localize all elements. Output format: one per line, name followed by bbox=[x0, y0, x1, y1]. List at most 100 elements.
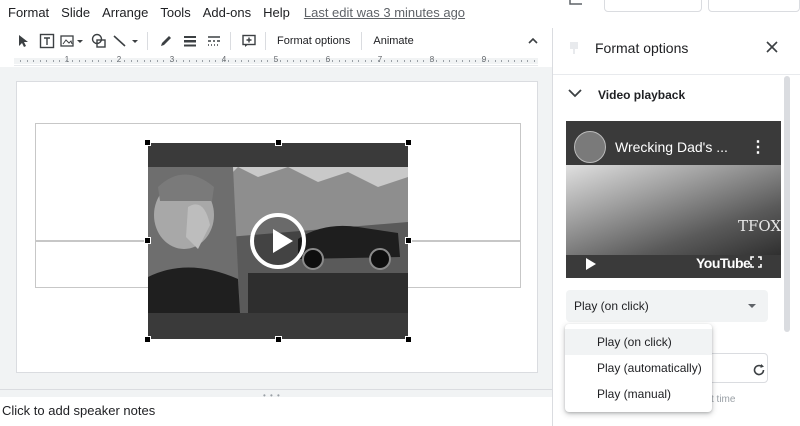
speaker-notes[interactable]: Click to add speaker notes bbox=[2, 403, 155, 418]
menu-add-ons[interactable]: Add-ons bbox=[203, 5, 251, 20]
ruler-tick bbox=[280, 60, 281, 62]
ruler-tick bbox=[20, 60, 21, 62]
toolbar-divider bbox=[147, 32, 148, 50]
ruler-tick bbox=[111, 60, 112, 62]
playback-mode-dropdown: Play (on click) Play (automatically) Pla… bbox=[565, 324, 712, 412]
resize-handle[interactable] bbox=[275, 139, 282, 146]
ruler-tick bbox=[273, 60, 275, 62]
ruler-tick bbox=[91, 60, 93, 62]
slide-canvas bbox=[0, 67, 552, 389]
border-weight-icon[interactable] bbox=[179, 30, 201, 52]
ruler-tick bbox=[117, 60, 119, 62]
close-icon[interactable] bbox=[765, 40, 779, 59]
menu-arrange[interactable]: Arrange bbox=[102, 5, 148, 20]
resize-handle[interactable] bbox=[144, 237, 151, 244]
ruler-tick bbox=[299, 60, 301, 62]
ruler-tick bbox=[390, 60, 392, 62]
ruler-tick bbox=[286, 60, 288, 62]
resize-handle[interactable] bbox=[144, 336, 151, 343]
ruler-tick bbox=[345, 60, 346, 62]
ruler-tick bbox=[319, 60, 320, 62]
pen-icon[interactable] bbox=[155, 30, 177, 52]
resize-handle[interactable] bbox=[275, 336, 282, 343]
ruler-tick bbox=[293, 60, 294, 62]
ruler-tick bbox=[312, 60, 314, 62]
ruler-tick bbox=[202, 60, 203, 62]
video-thumbnail[interactable]: Wrecking Dad's ... ⋮ TFOX YouTube bbox=[566, 121, 781, 278]
section-title-video-playback[interactable]: Video playback bbox=[598, 88, 685, 102]
play-triangle bbox=[273, 229, 293, 253]
ruler-tick bbox=[85, 60, 86, 62]
ruler-tick bbox=[358, 60, 359, 62]
ruler-tick bbox=[78, 60, 80, 62]
ruler-tick bbox=[397, 60, 398, 62]
option-play-on-click[interactable]: Play (on click) bbox=[565, 329, 712, 355]
ruler-tick bbox=[449, 60, 450, 62]
ruler-tick bbox=[514, 60, 515, 62]
ruler-tick bbox=[325, 60, 327, 62]
chevron-down-icon[interactable] bbox=[567, 86, 583, 105]
option-play-automatically[interactable]: Play (automatically) bbox=[565, 355, 712, 381]
border-dash-icon[interactable] bbox=[203, 30, 225, 52]
ruler-tick bbox=[527, 60, 528, 62]
resize-handle[interactable] bbox=[144, 139, 151, 146]
ruler-tick bbox=[26, 60, 28, 62]
toolbar-divider bbox=[265, 32, 266, 50]
ruler-tick bbox=[254, 60, 255, 62]
line-icon[interactable] bbox=[112, 30, 142, 52]
ruler-tick bbox=[39, 60, 41, 62]
ruler-tick bbox=[364, 60, 366, 62]
last-edit-link[interactable]: Last edit was 3 minutes ago bbox=[304, 5, 465, 20]
header-control-2[interactable] bbox=[708, 0, 800, 12]
panel-scrollbar[interactable] bbox=[784, 76, 790, 332]
ruler-tick bbox=[455, 60, 457, 62]
resize-handle[interactable] bbox=[405, 237, 412, 244]
ruler-tick bbox=[241, 60, 242, 62]
play-icon[interactable] bbox=[250, 213, 306, 269]
header-control[interactable] bbox=[604, 0, 702, 12]
panel-divider bbox=[553, 74, 800, 75]
ruler-tick bbox=[481, 60, 483, 62]
drag-handle-icon[interactable]: • • • bbox=[263, 391, 281, 400]
menu-tools[interactable]: Tools bbox=[160, 5, 190, 20]
refresh-icon[interactable] bbox=[752, 363, 766, 382]
chevron-up-icon[interactable] bbox=[522, 30, 544, 52]
animate-button[interactable]: Animate bbox=[367, 35, 419, 47]
menu-slide[interactable]: Slide bbox=[61, 5, 90, 20]
panel-title: Format options bbox=[595, 40, 689, 56]
insert-comment-icon[interactable] bbox=[238, 30, 260, 52]
toolbar-divider bbox=[230, 32, 231, 50]
select-tool-icon[interactable] bbox=[12, 30, 34, 52]
text-box-icon[interactable] bbox=[36, 30, 58, 52]
resize-handle[interactable] bbox=[405, 139, 412, 146]
youtube-logo[interactable]: YouTube bbox=[696, 255, 751, 271]
ruler-tick bbox=[143, 60, 145, 62]
menu-help[interactable]: Help bbox=[263, 5, 290, 20]
menu-bar: Format Slide Arrange Tools Add-ons Help … bbox=[0, 0, 560, 24]
notes-splitter[interactable]: • • • bbox=[0, 389, 552, 400]
play-icon[interactable] bbox=[586, 258, 596, 270]
menu-format[interactable]: Format bbox=[8, 5, 49, 20]
option-play-manual[interactable]: Play (manual) bbox=[565, 381, 712, 407]
ruler-tick bbox=[468, 60, 470, 62]
playback-mode-select[interactable]: Play (on click) bbox=[566, 290, 768, 322]
shape-icon[interactable] bbox=[88, 30, 110, 52]
slide[interactable] bbox=[16, 81, 538, 373]
ruler-tick bbox=[416, 60, 418, 62]
image-icon[interactable] bbox=[60, 30, 86, 52]
resize-handle[interactable] bbox=[405, 336, 412, 343]
thumbnail-image bbox=[566, 165, 781, 255]
video-object[interactable] bbox=[144, 139, 412, 343]
ruler-tick bbox=[234, 60, 236, 62]
more-vert-icon[interactable]: ⋮ bbox=[750, 137, 766, 157]
ruler-tick bbox=[156, 60, 158, 62]
ruler-tick bbox=[384, 60, 385, 62]
ruler-tick bbox=[228, 60, 229, 62]
comment-icon[interactable] bbox=[568, 0, 586, 8]
fullscreen-icon[interactable] bbox=[750, 256, 762, 268]
ruler-tick bbox=[195, 60, 197, 62]
ruler-tick bbox=[221, 60, 223, 62]
format-options-button[interactable]: Format options bbox=[271, 35, 356, 47]
ruler-tick bbox=[332, 60, 333, 62]
ruler-tick bbox=[488, 60, 489, 62]
